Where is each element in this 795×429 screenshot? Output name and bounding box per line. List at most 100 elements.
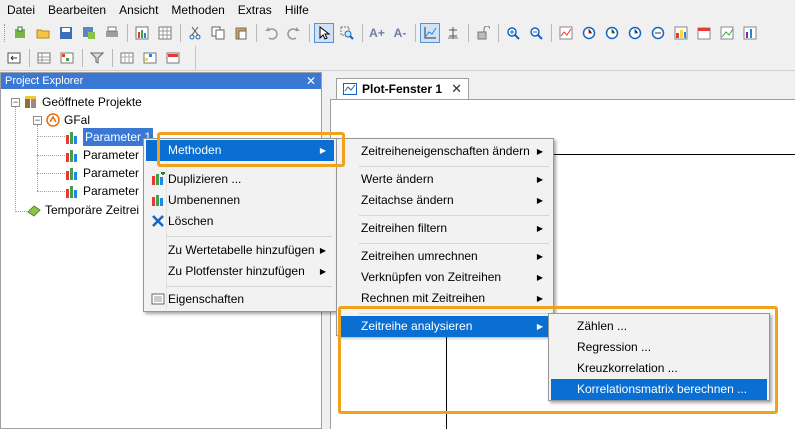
menu-extras[interactable]: Extras xyxy=(231,0,278,20)
table-chart-icon[interactable] xyxy=(132,23,152,43)
tree-label-parameter: Parameter xyxy=(83,148,140,162)
chart-axis-icon[interactable] xyxy=(420,23,440,43)
secondary-toolbar xyxy=(0,46,196,70)
menu-item-loeschen[interactable]: Löschen xyxy=(146,211,334,232)
tree-item-parameter[interactable]: Parameter xyxy=(65,146,139,164)
copy-icon[interactable] xyxy=(208,23,228,43)
menu-item-plotfenster[interactable]: Zu Plotfenster hinzufügen ▶ xyxy=(146,261,334,282)
filter-icon[interactable] xyxy=(87,48,107,68)
tree-line xyxy=(15,106,16,212)
tree-item-parameter[interactable]: Parameter xyxy=(65,164,139,182)
tree-line xyxy=(37,191,65,192)
font-decrease-button[interactable]: A- xyxy=(390,23,410,43)
collapse-icon[interactable]: − xyxy=(33,115,42,125)
tree-label-temp: Temporäre Zeitrei xyxy=(45,203,140,217)
collapse-icon[interactable]: − xyxy=(11,97,20,107)
zoom-in-icon[interactable] xyxy=(503,23,523,43)
menu-datei[interactable]: Datei xyxy=(0,0,41,20)
new-project-icon[interactable] xyxy=(10,23,30,43)
toolbar-separator xyxy=(362,24,363,42)
menu-separator xyxy=(166,236,332,237)
lock-icon[interactable] xyxy=(473,23,493,43)
submenu-arrow-icon: ▶ xyxy=(319,246,326,255)
menu-item-duplizieren[interactable]: Duplizieren ... xyxy=(146,169,334,190)
save-icon[interactable] xyxy=(56,23,76,43)
paste-icon[interactable] xyxy=(231,23,251,43)
print-icon[interactable] xyxy=(102,23,122,43)
font-increase-button[interactable]: A+ xyxy=(367,23,387,43)
time-range-icon[interactable] xyxy=(648,23,668,43)
open-folder-icon[interactable] xyxy=(33,23,53,43)
tree-item-parameter[interactable]: Parameter 1 xyxy=(65,128,154,146)
menu-ansicht[interactable]: Ansicht xyxy=(112,0,164,20)
tab-close-icon[interactable]: ✕ xyxy=(451,81,462,97)
data-grid-icon[interactable] xyxy=(117,48,137,68)
grid-chart-icon[interactable] xyxy=(155,23,175,43)
properties-icon xyxy=(151,293,165,305)
tab-plot-fenster[interactable]: Plot-Fenster 1 ✕ xyxy=(336,78,469,99)
bar-chart-icon xyxy=(66,150,77,162)
zoom-select-icon[interactable] xyxy=(337,23,357,43)
tree-item-root[interactable]: − Geöffnete Projekte xyxy=(11,93,142,111)
menu-separator xyxy=(359,243,549,244)
menu-item-zeitreihen-filtern[interactable]: Zeitreihen filtern ▶ xyxy=(339,218,551,239)
tree-item-temp[interactable]: Temporäre Zeitrei xyxy=(27,201,139,219)
tree-label-parameter: Parameter xyxy=(83,184,140,198)
table-icon[interactable] xyxy=(34,48,54,68)
menu-item-wertetabelle[interactable]: Zu Wertetabelle hinzufügen ▶ xyxy=(146,240,334,261)
redo-icon[interactable] xyxy=(284,23,304,43)
tree-item-parameter[interactable]: Parameter xyxy=(65,182,139,200)
cut-icon[interactable] xyxy=(185,23,205,43)
callout-highlight-analysieren xyxy=(338,306,778,414)
zoom-out-icon[interactable] xyxy=(526,23,546,43)
menu-separator xyxy=(359,166,549,167)
duplicate-icon xyxy=(152,172,165,185)
toolbar-separator xyxy=(127,24,128,42)
fit-view-icon[interactable] xyxy=(4,48,24,68)
toolbar-separator xyxy=(256,24,257,42)
menu-methoden[interactable]: Methoden xyxy=(164,0,230,20)
menu-item-umbenennen[interactable]: Umbenennen xyxy=(146,190,334,211)
tree-label-parameter: Parameter xyxy=(83,166,140,180)
calendar-icon[interactable] xyxy=(694,23,714,43)
table-color-icon[interactable] xyxy=(57,48,77,68)
save-as-icon[interactable] xyxy=(79,23,99,43)
tree-item-project[interactable]: − GFal xyxy=(33,111,90,129)
plot-window-icon xyxy=(343,83,357,95)
menu-item-eigenschaften[interactable]: Eigenschaften xyxy=(146,289,334,310)
toolbar-separator xyxy=(82,49,83,67)
menu-separator xyxy=(359,215,549,216)
toolbar-grip[interactable] xyxy=(4,24,7,42)
clock-zoom-in-icon[interactable] xyxy=(602,23,622,43)
chart-settings-icon[interactable] xyxy=(717,23,737,43)
data-grid-color-icon[interactable] xyxy=(140,48,160,68)
menu-item-verknuepfen[interactable]: Verknüpfen von Zeitreihen ▶ xyxy=(339,267,551,288)
menu-hilfe[interactable]: Hilfe xyxy=(278,0,315,20)
submenu-arrow-icon: ▶ xyxy=(536,224,543,233)
rename-icon xyxy=(152,195,163,206)
close-icon[interactable]: ✕ xyxy=(306,73,316,89)
clock-zoom-icon[interactable] xyxy=(579,23,599,43)
toolbar-separator xyxy=(468,24,469,42)
menu-item-zeitachse-aendern[interactable]: Zeitachse ändern ▶ xyxy=(339,190,551,211)
chart-export-icon[interactable] xyxy=(740,23,760,43)
toolbar-divider xyxy=(0,70,795,71)
project-explorer-title-bar: Project Explorer ✕ xyxy=(1,73,321,89)
line-chart-icon[interactable] xyxy=(556,23,576,43)
axis-scale-icon[interactable] xyxy=(443,23,463,43)
clock-zoom-out-icon[interactable] xyxy=(625,23,645,43)
pointer-icon[interactable] xyxy=(314,23,334,43)
project-explorer-title: Project Explorer xyxy=(5,75,84,87)
tree-line xyxy=(37,155,65,156)
toolbar-separator xyxy=(551,24,552,42)
menu-item-zeitreiheneigenschaften[interactable]: Zeitreiheneigenschaften ändern ▶ xyxy=(339,141,551,162)
colored-chart-icon[interactable] xyxy=(671,23,691,43)
undo-icon[interactable] xyxy=(261,23,281,43)
menu-item-werte-aendern[interactable]: Werte ändern ▶ xyxy=(339,169,551,190)
tab-label: Plot-Fenster 1 xyxy=(362,82,443,96)
menu-bearbeiten[interactable]: Bearbeiten xyxy=(41,0,112,20)
data-grid-red-icon[interactable] xyxy=(163,48,183,68)
submenu-arrow-icon: ▶ xyxy=(319,267,326,276)
tree-line xyxy=(37,136,65,137)
menu-item-zeitreihen-umrechnen[interactable]: Zeitreihen umrechnen ▶ xyxy=(339,246,551,267)
